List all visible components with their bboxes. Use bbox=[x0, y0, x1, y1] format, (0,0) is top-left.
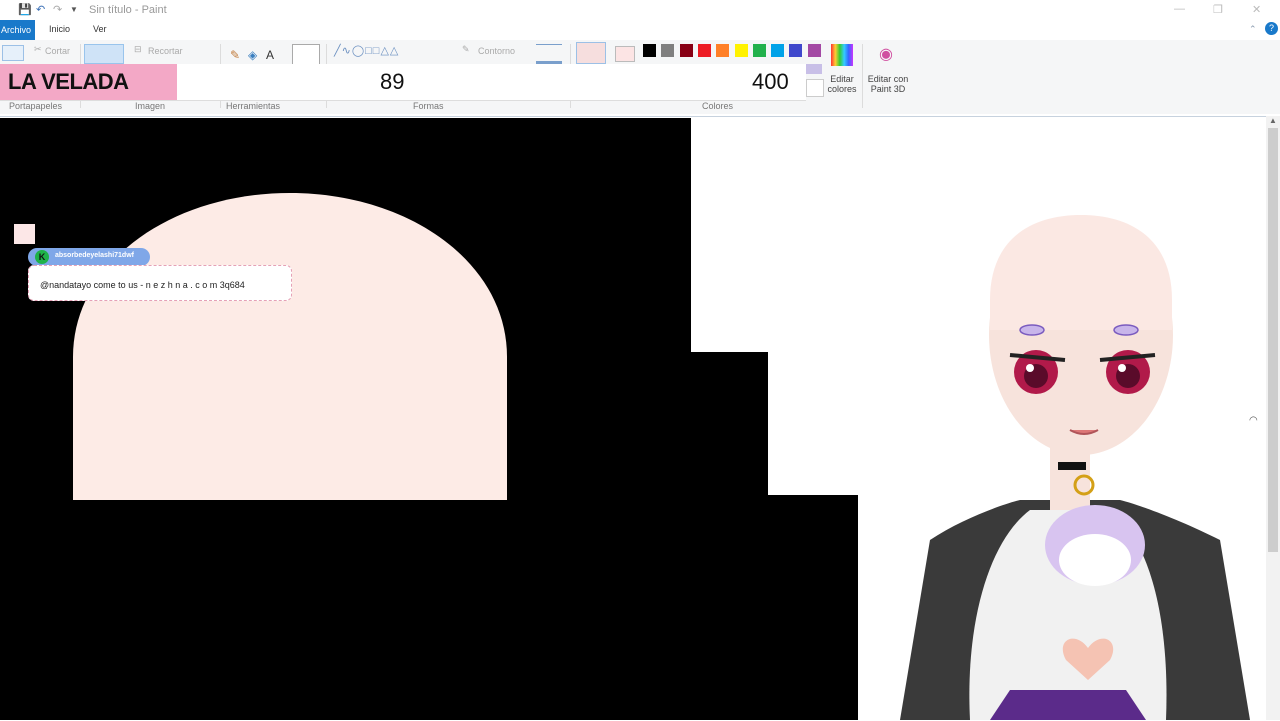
canvas-black-region bbox=[768, 495, 858, 720]
outline-icon[interactable]: ✎ bbox=[462, 44, 470, 55]
group-label-herramientas: Herramientas bbox=[226, 101, 281, 111]
loading-cursor-icon: ◠ bbox=[1249, 415, 1258, 426]
palette-swatch[interactable] bbox=[752, 44, 766, 57]
menu-bar: Archivo Inicio Ver ⌃ ? bbox=[0, 20, 1280, 41]
chat-message: @nandatayo come to us - n e z h n a . c … bbox=[40, 280, 245, 290]
vtuber-avatar bbox=[900, 215, 1250, 720]
color1-button[interactable] bbox=[576, 42, 606, 64]
palette-swatch[interactable] bbox=[679, 44, 693, 57]
group-label-imagen: Imagen bbox=[135, 101, 166, 111]
edit-colors-button[interactable]: Editar colores bbox=[824, 74, 860, 94]
outline-button[interactable]: Contorno bbox=[478, 46, 515, 56]
group-label-formas: Formas bbox=[413, 101, 444, 111]
palette-swatch[interactable] bbox=[806, 64, 822, 74]
chat-username: absorbedeyelashi71dwf bbox=[55, 252, 134, 259]
palette-swatch[interactable] bbox=[807, 44, 821, 57]
paint3d-icon: ◉ bbox=[879, 46, 893, 63]
customize-quick-access-icon[interactable]: ▼ bbox=[70, 5, 78, 14]
tab-ver[interactable]: Ver bbox=[93, 24, 107, 34]
window-title: Sin título - Paint bbox=[89, 4, 167, 16]
collapse-ribbon-icon[interactable]: ⌃ bbox=[1249, 24, 1257, 35]
shapes-gallery[interactable]: ╱∿◯□□△△ bbox=[334, 44, 399, 57]
color2-button[interactable] bbox=[615, 46, 635, 62]
tab-inicio[interactable]: Inicio bbox=[49, 24, 70, 34]
overlay-title: LA VELADA bbox=[8, 69, 129, 94]
pink-dome-shape bbox=[73, 193, 507, 500]
palette-swatch[interactable] bbox=[806, 79, 824, 97]
edit-paint3d-button[interactable]: Editar con Paint 3D bbox=[864, 74, 912, 94]
kick-icon: K bbox=[35, 250, 49, 264]
minimize-button[interactable]: — bbox=[1174, 3, 1185, 15]
palette-swatch[interactable] bbox=[734, 44, 748, 57]
tab-archivo[interactable]: Archivo bbox=[0, 20, 35, 40]
overlay-value-2: 400 bbox=[752, 69, 789, 94]
group-label-portapapeles: Portapapeles bbox=[9, 101, 63, 111]
close-button[interactable]: ✕ bbox=[1252, 3, 1261, 16]
stream-overlay-bar: LA VELADA 89 400 bbox=[0, 64, 806, 101]
paste-button[interactable] bbox=[2, 45, 24, 61]
palette-swatch[interactable] bbox=[771, 44, 785, 57]
palette-swatch[interactable] bbox=[789, 44, 803, 57]
maximize-button[interactable]: ❐ bbox=[1213, 3, 1223, 16]
crop-icon[interactable]: ⊟ bbox=[134, 44, 142, 55]
group-label-colores: Colores bbox=[702, 101, 734, 111]
save-icon[interactable]: 💾 bbox=[18, 3, 32, 16]
color-square bbox=[14, 224, 35, 244]
canvas-black-region bbox=[691, 352, 768, 720]
rainbow-icon bbox=[831, 44, 853, 66]
separator bbox=[862, 44, 863, 108]
help-icon[interactable]: ? bbox=[1265, 22, 1278, 35]
select-button[interactable] bbox=[84, 44, 124, 64]
cut-icon[interactable]: ✂ bbox=[34, 44, 42, 55]
palette-swatch[interactable] bbox=[643, 44, 656, 57]
title-bar: 💾 ↶ ↷ ▼ Sin título - Paint — ❐ ✕ bbox=[0, 0, 1280, 20]
cut-button[interactable]: Cortar bbox=[45, 46, 70, 56]
redo-icon[interactable]: ↷ bbox=[53, 3, 62, 16]
overlay-title-box: LA VELADA bbox=[0, 64, 177, 100]
vertical-scrollbar[interactable]: ▲ bbox=[1266, 116, 1280, 720]
scroll-up-icon[interactable]: ▲ bbox=[1269, 116, 1277, 125]
overlay-value-1: 89 bbox=[380, 69, 405, 94]
undo-icon[interactable]: ↶ bbox=[36, 3, 45, 16]
text-icon[interactable]: A bbox=[266, 48, 274, 62]
palette-swatch[interactable] bbox=[716, 44, 730, 57]
palette-swatch[interactable] bbox=[697, 44, 711, 57]
brush-button[interactable] bbox=[292, 44, 320, 66]
crop-button[interactable]: Recortar bbox=[148, 46, 183, 56]
pencil-icon[interactable]: ✎ bbox=[230, 48, 240, 62]
size-button[interactable] bbox=[536, 44, 562, 64]
scrollbar-thumb[interactable] bbox=[1268, 128, 1278, 552]
fill-icon[interactable]: ◈ bbox=[248, 48, 257, 62]
palette-swatch[interactable] bbox=[661, 44, 675, 57]
